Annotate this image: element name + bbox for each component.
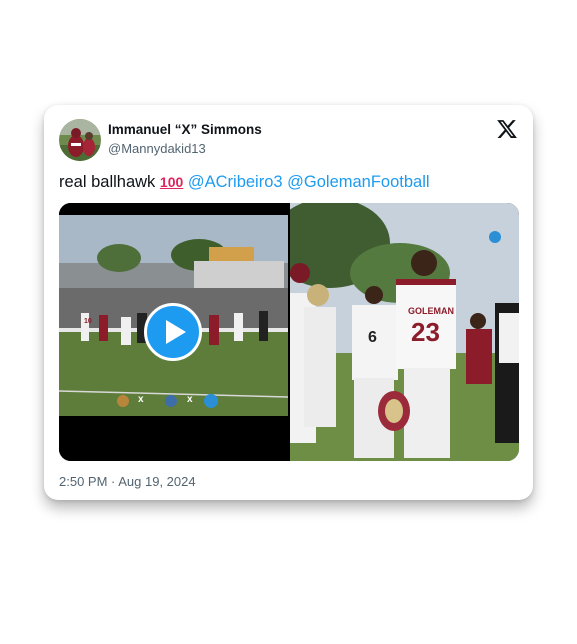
- jersey-number-front: 23: [411, 317, 440, 347]
- video-overlay-x-1: x: [138, 394, 144, 405]
- hundred-points-emoji-icon: 100: [160, 174, 183, 190]
- tweet-body: real ballhawk: [59, 173, 156, 191]
- author-name[interactable]: Immanuel “X” Simmons: [108, 122, 262, 137]
- school-name-text: GOLEMAN: [408, 306, 454, 316]
- author-handle[interactable]: @Mannydakid13: [108, 141, 206, 156]
- mention-link-acribeiro3[interactable]: @ACribeiro3: [188, 173, 283, 191]
- x-logo-icon[interactable]: [496, 118, 518, 140]
- tweet-card: Immanuel “X” Simmons @Mannydakid13 real …: [44, 105, 533, 500]
- timestamp[interactable]: 2:50 PM · Aug 19, 2024: [59, 474, 196, 489]
- photo-thumbnail[interactable]: GOLEMAN 23 6: [270, 203, 519, 461]
- jersey-number-back: 6: [368, 329, 377, 346]
- video-thumbnail[interactable]: x x 10: [59, 203, 289, 461]
- emoji-number: 100: [159, 174, 184, 190]
- mention-link-golemanfootball[interactable]: @GolemanFootball: [287, 173, 429, 191]
- tweet-text: real ballhawk 100 @ACribeiro3 @GolemanFo…: [59, 173, 430, 192]
- play-icon: [166, 320, 186, 344]
- media-grid: x x 10 GOLEMAN 23 6: [59, 203, 519, 461]
- play-button[interactable]: [144, 303, 202, 361]
- video-overlay-x-2: x: [187, 394, 193, 405]
- avatar[interactable]: [59, 119, 101, 161]
- jersey-number-side: 10: [84, 318, 92, 325]
